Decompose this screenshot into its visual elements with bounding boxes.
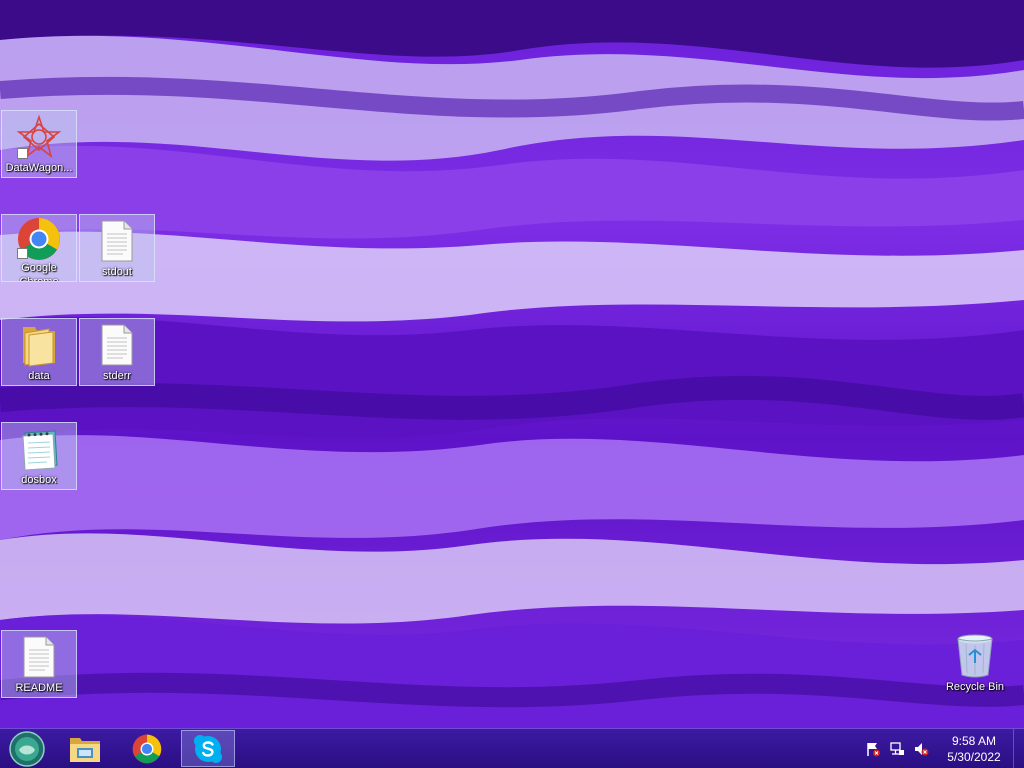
file-explorer-icon [70,737,100,762]
desktop-icon-datawagon[interactable]: DataWagon... [1,110,77,178]
shortcut-arrow-icon [17,248,28,259]
desktop-icon-label: stderr [102,370,132,382]
desktop-icon-label: data [28,370,50,382]
system-tray: 9:58 AM 5/30/2022 [861,729,1024,768]
shortcut-arrow-icon [17,148,28,159]
action-center-flag-icon[interactable] [865,741,881,757]
desktop-icon-label: DataWagon... [5,162,73,174]
taskbar-chrome-button[interactable] [120,730,174,767]
taskbar-file-explorer-button[interactable] [58,730,112,767]
clock-time: 9:58 AM [951,733,997,748]
desktop-icon-label: Google Chrome [19,262,58,281]
text-file-icon [15,633,63,681]
chrome-icon [15,217,63,261]
taskbar: 9:58 AM 5/30/2022 [0,728,1024,768]
recycle-bin-icon [951,632,999,680]
notepad-icon [15,425,63,473]
desktop-icon-recycle-bin[interactable]: Recycle Bin [937,630,1013,698]
desktop-icon-data[interactable]: data [1,318,77,386]
desktop-icon-label: dosbox [21,474,57,486]
network-icon[interactable] [889,741,905,757]
show-desktop-button[interactable] [1013,729,1024,768]
desktop-icon-stderr[interactable]: stderr [79,318,155,386]
skype-icon [194,734,222,763]
chrome-icon [132,734,162,763]
desktop-icon-readme[interactable]: README [1,630,77,698]
desktop-icon-label: Recycle Bin [945,681,1005,693]
volume-muted-icon[interactable] [913,741,929,757]
desktop-icon-google-chrome[interactable]: Google Chrome [1,214,77,282]
desktop[interactable]: DataWagon... Google Chrome [0,0,1024,728]
folder-icon [15,321,63,369]
start-orb-icon [9,730,45,767]
datawagon-icon [15,113,63,161]
taskbar-skype-button[interactable] [181,730,235,767]
clock[interactable]: 9:58 AM 5/30/2022 [939,733,1009,765]
clock-date: 5/30/2022 [947,749,1001,764]
start-button[interactable] [0,730,54,767]
text-file-icon [93,217,141,265]
text-file-icon [93,321,141,369]
desktop-icon-stdout[interactable]: stdout [79,214,155,282]
desktop-icon-dosbox[interactable]: dosbox [1,422,77,490]
desktop-icon-label: README [15,682,63,694]
desktop-icon-label: stdout [102,266,132,278]
